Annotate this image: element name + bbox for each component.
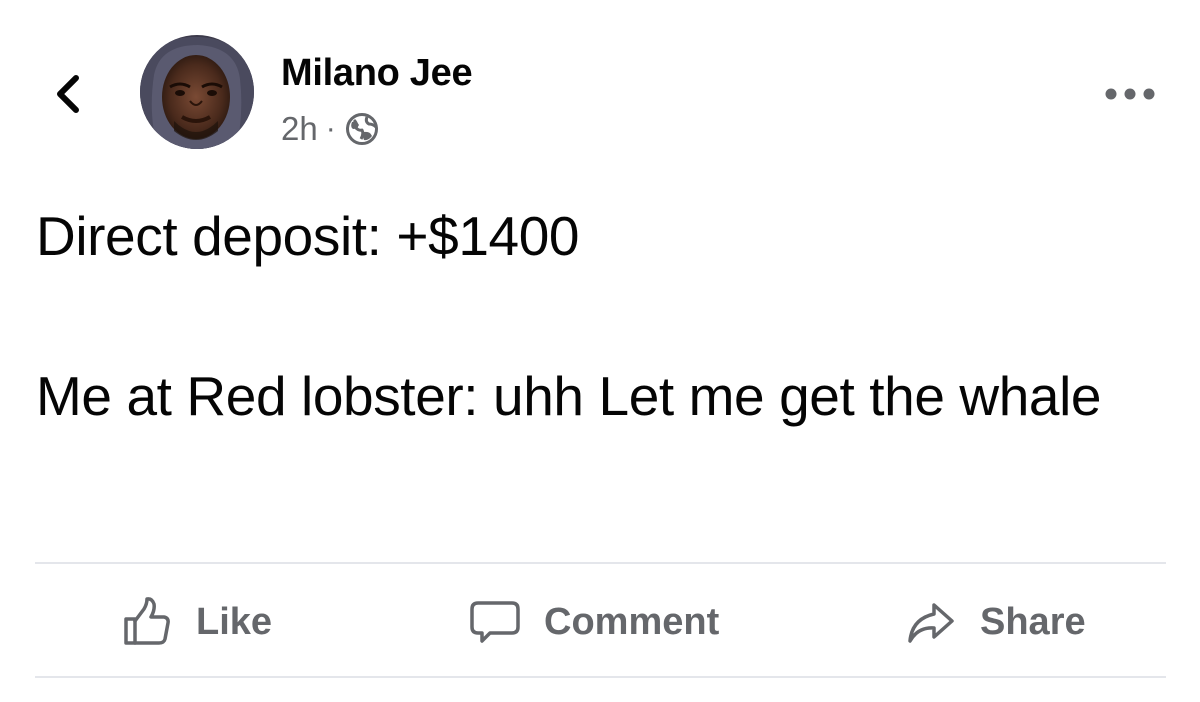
meta-separator: ·: [325, 112, 336, 145]
thumbs-up-icon: [124, 597, 170, 645]
share-button[interactable]: Share: [904, 590, 1086, 654]
like-button[interactable]: Like: [120, 590, 272, 654]
comment-label: Comment: [544, 600, 720, 643]
post-meta: 2h ·: [281, 110, 379, 148]
more-options-icon: [1105, 88, 1155, 100]
globe-icon: [345, 113, 378, 145]
profile-photo: [140, 35, 254, 149]
share-label: Share: [980, 600, 1086, 643]
post-line-1: Direct deposit: +$1400: [36, 205, 580, 267]
chevron-left-icon: [57, 75, 79, 113]
divider-top: [35, 562, 1166, 564]
more-options-button[interactable]: [1098, 76, 1162, 112]
like-label: Like: [196, 600, 273, 643]
divider-bottom: [35, 676, 1166, 678]
avatar[interactable]: [140, 35, 254, 149]
post-body: Direct deposit: +$1400 Me at Red lobster…: [36, 204, 1166, 428]
author-name[interactable]: Milano Jee: [281, 52, 473, 95]
post-line-2: Me at Red lobster: uhh Let me get the wh…: [36, 365, 1102, 427]
comment-icon: [470, 601, 520, 643]
comment-button[interactable]: Comment: [468, 590, 719, 654]
post-time[interactable]: 2h: [281, 110, 318, 148]
share-icon: [908, 603, 954, 643]
back-button[interactable]: [40, 66, 96, 122]
